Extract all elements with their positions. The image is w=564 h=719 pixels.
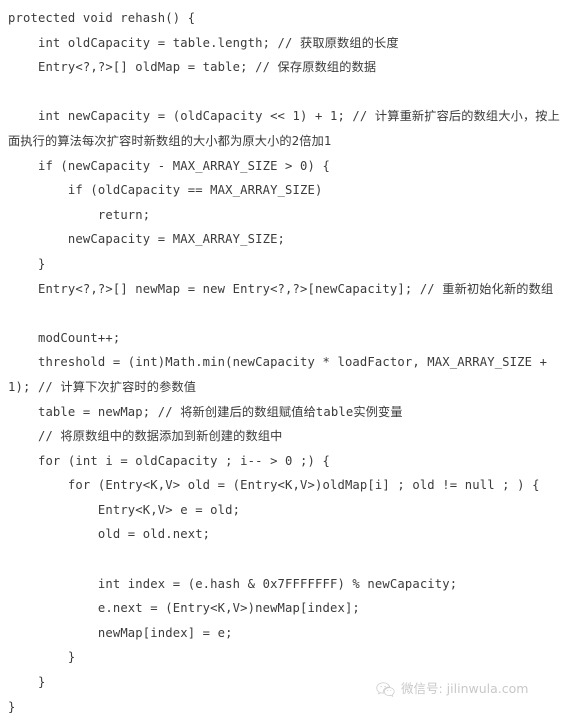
code-line: newMap[index] = e; [8,625,233,640]
code-line: e.next = (Entry<K,V>)newMap[index]; [8,601,360,616]
code-line: if (newCapacity - MAX_ARRAY_SIZE > 0) { [8,158,330,173]
code-line: int oldCapacity = table.length; // 获取原数组… [8,35,399,50]
code-line: int index = (e.hash & 0x7FFFFFFF) % newC… [8,576,458,591]
code-line: old = old.next; [8,527,211,542]
code-line: return; [8,207,151,222]
code-line: int newCapacity = (oldCapacity << 1) + 1… [8,109,560,148]
code-line: Entry<K,V> e = old; [8,502,241,517]
wechat-logo-icon [376,682,395,697]
code-line: } [8,650,76,665]
code-line: for (Entry<K,V> old = (Entry<K,V>)oldMap… [8,478,540,493]
watermark-text: 微信号: jilinwula.com [401,681,529,696]
code-block: protected void rehash() { int oldCapacit… [0,0,564,719]
watermark: 微信号: jilinwula.com [376,681,528,697]
code-line: protected void rehash() { [8,11,196,25]
code-line: } [8,699,16,714]
code-line: Entry<?,?>[] oldMap = table; // 保存原数组的数据 [8,60,377,75]
code-line: // 将原数组中的数据添加到新创建的数组中 [8,429,283,444]
code-line: for (int i = oldCapacity ; i-- > 0 ;) { [8,453,330,468]
code-line: } [8,256,46,271]
code-line: if (oldCapacity == MAX_ARRAY_SIZE) [8,183,323,198]
code-line: threshold = (int)Math.min(newCapacity * … [8,355,555,394]
code-line: modCount++; [8,330,121,345]
code-line: Entry<?,?>[] newMap = new Entry<?,?>[new… [8,281,554,296]
code-line: newCapacity = MAX_ARRAY_SIZE; [8,232,286,247]
code-line: table = newMap; // 将新创建后的数组赋值给table实例变量 [8,404,403,419]
